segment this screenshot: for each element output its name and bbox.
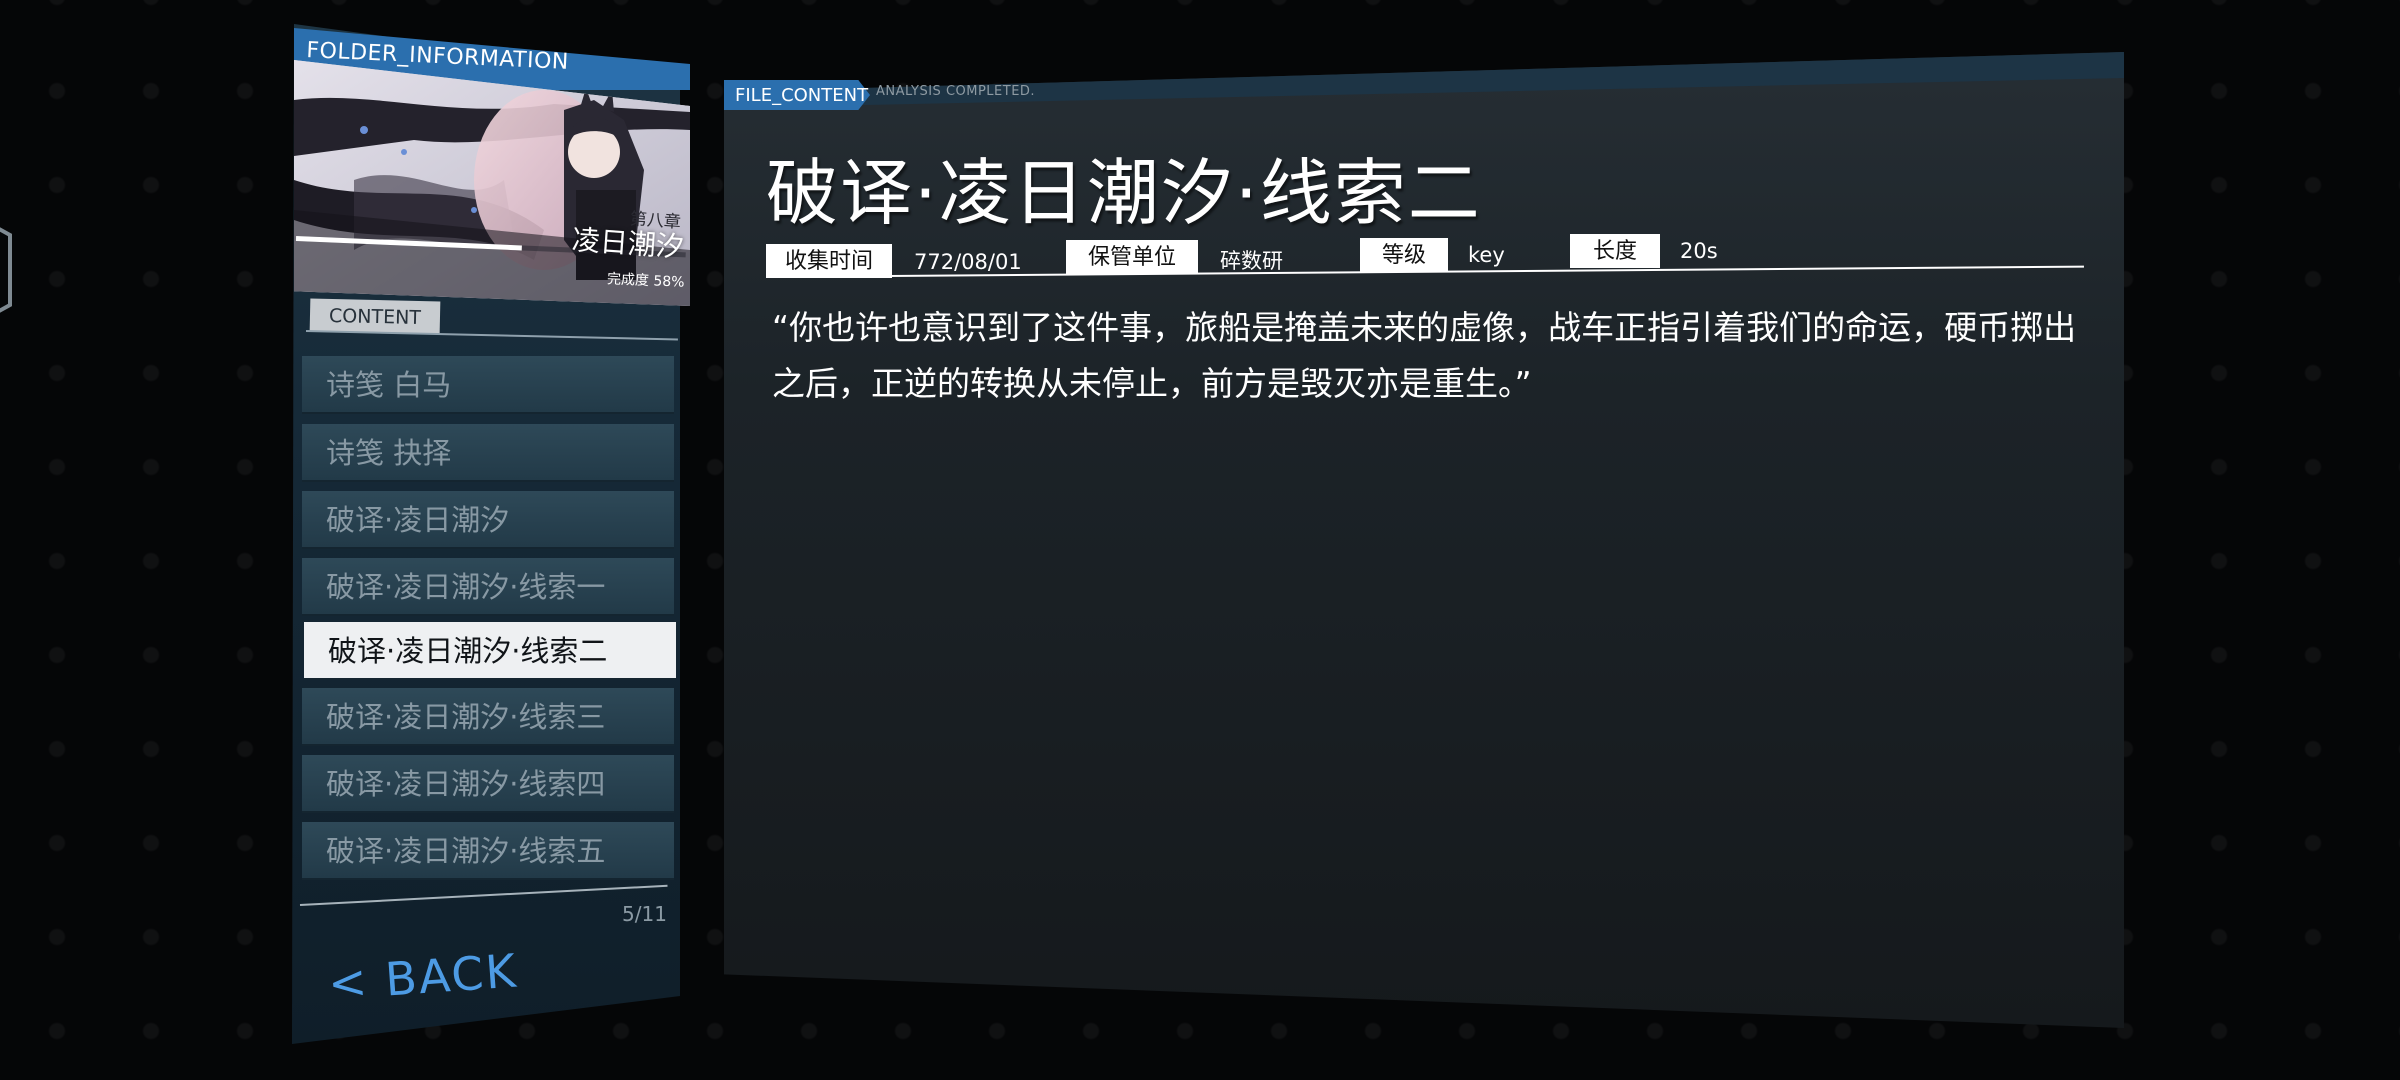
- content-section-label: CONTENT: [309, 298, 441, 334]
- list-item[interactable]: 破译·凌日潮汐: [302, 491, 674, 549]
- list-item[interactable]: 诗笺 白马: [302, 356, 674, 414]
- collect-time-value: 772/08/01: [914, 250, 1022, 274]
- hexagon-frame-decoration: [0, 227, 12, 313]
- list-item[interactable]: 破译·凌日潮汐·线索五: [302, 822, 674, 880]
- document-body-text: “你也许也意识到了这件事，旅船是掩盖未来的虚像，战车正指引着我们的命运，硬币掷出…: [772, 308, 2077, 403]
- level-key: 等级: [1360, 238, 1448, 272]
- list-item[interactable]: 破译·凌日潮汐·线索三: [302, 688, 674, 746]
- file-content-tab-label: FILE_CONTENT: [735, 85, 869, 106]
- page-counter: 5/11: [622, 902, 667, 926]
- level-value: key: [1468, 243, 1505, 267]
- list-item[interactable]: 破译·凌日潮汐·线索一: [302, 558, 674, 616]
- length-key: 长度: [1570, 234, 1660, 268]
- document-title: 破译·凌日潮汐·线索二: [766, 151, 1482, 235]
- chapter-title: 凌日潮汐: [570, 223, 685, 264]
- list-item-selected[interactable]: 破译·凌日潮汐·线索二: [304, 622, 676, 680]
- list-item[interactable]: 诗笺 抉择: [302, 424, 674, 482]
- length-value: 20s: [1680, 239, 1718, 263]
- list-item[interactable]: 破译·凌日潮汐·线索四: [302, 755, 674, 813]
- collect-time-key: 收集时间: [766, 244, 892, 278]
- game-screen: FOLDER_INFORMATION 第八章 凌日潮汐 完成度 58% CONT…: [0, 0, 2400, 1080]
- custodian-value: 碎数研: [1220, 249, 1283, 273]
- custodian-key: 保管单位: [1066, 240, 1198, 274]
- chapter-progress-text: 完成度 58%: [606, 271, 685, 291]
- analysis-status: ANALYSIS COMPLETED.: [876, 84, 1036, 99]
